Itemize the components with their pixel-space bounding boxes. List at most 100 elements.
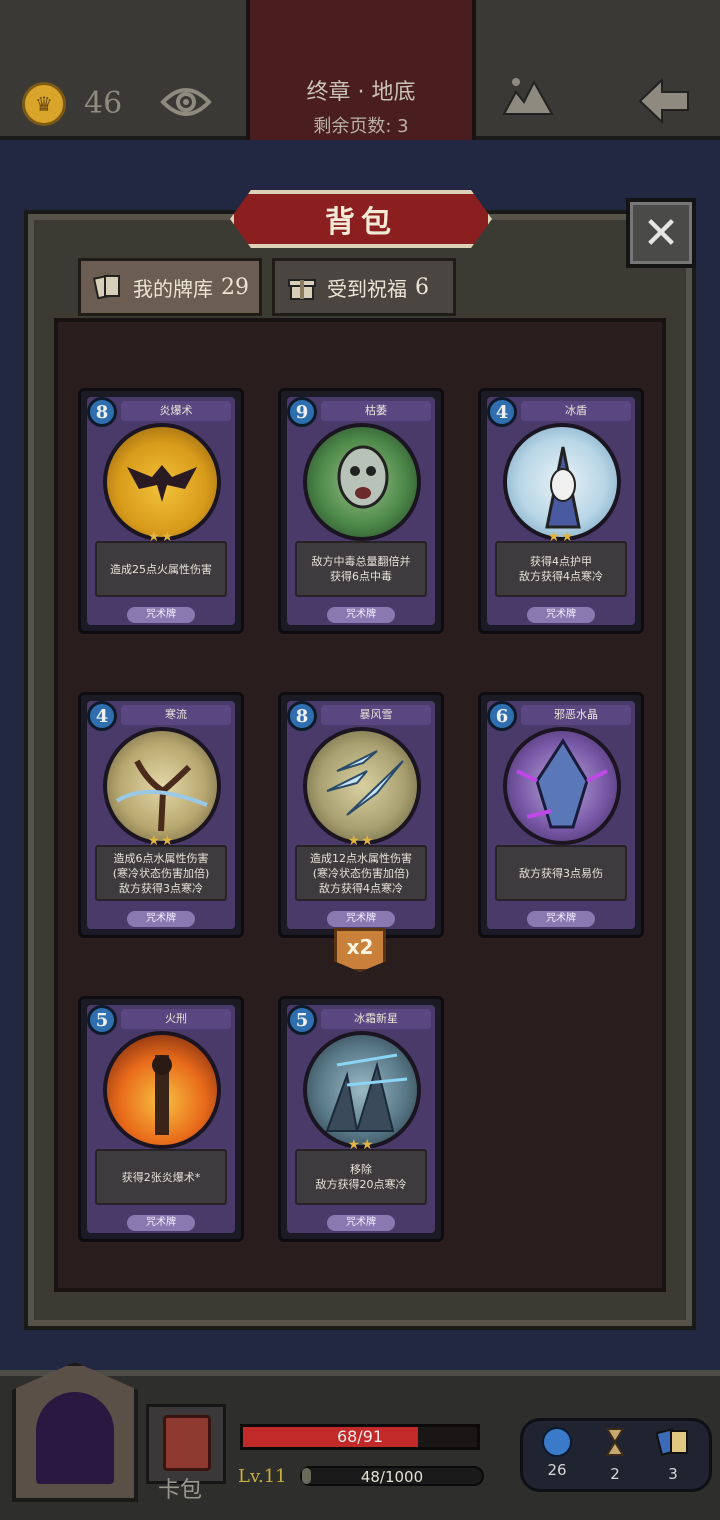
card-type: 咒术牌 — [127, 607, 195, 623]
card-evil-crystal[interactable]: 6 邪恶水晶 敌方获得3点易伤 咒术牌 — [478, 692, 644, 938]
card-description: 敌方中毒总量翻倍并 获得6点中毒 — [295, 541, 427, 597]
xp-text: 48/1000 — [360, 1468, 424, 1486]
cards-resource[interactable]: 3 — [645, 1427, 701, 1483]
card-type: 咒术牌 — [327, 607, 395, 623]
hp-bar: 68/91 — [240, 1424, 480, 1450]
coin-count: 46 — [84, 86, 123, 121]
card-cost: 4 — [487, 397, 517, 427]
card-type: 咒术牌 — [127, 911, 195, 927]
hero-avatar — [36, 1392, 114, 1484]
card-description: 造成12点水属性伤害 (寒冷状态伤害加倍) 敌方获得4点寒冷 — [295, 845, 427, 901]
card-art-tree — [103, 727, 221, 845]
card-fireball[interactable]: 8 炎爆术 ★★ 造成25点火属性伤害 咒术牌 — [78, 388, 244, 634]
backpack-title-banner: 背包 — [230, 190, 492, 248]
card-name: 冰盾 — [521, 401, 631, 421]
hero-portrait[interactable] — [12, 1362, 138, 1502]
xp-bar: 48/1000 — [300, 1466, 484, 1486]
card-desc-line: (寒冷状态伤害加倍) — [312, 866, 410, 880]
card-cost: 9 — [287, 397, 317, 427]
tab-my-deck-count: 29 — [221, 274, 249, 300]
card-desc-line: 敌方获得4点寒冷 — [319, 881, 403, 895]
tab-blessings-label: 受到祝福 — [327, 276, 407, 301]
card-art-frost-spikes — [303, 1031, 421, 1149]
map-icon[interactable] — [502, 74, 554, 120]
card-name: 炎爆术 — [121, 401, 231, 421]
card-cost: 4 — [87, 701, 117, 731]
card-desc-line: (寒冷状态伤害加倍) — [112, 866, 210, 880]
card-description: 敌方获得3点易伤 — [495, 845, 627, 901]
gift-icon — [288, 279, 316, 300]
card-name: 邪恶水晶 — [521, 705, 631, 725]
hourglass-count: 2 — [610, 1465, 620, 1483]
card-desc-line: 移除 — [350, 1163, 372, 1176]
card-desc-line: 造成12点水属性伤害 — [310, 851, 412, 865]
card-desc-line: 敌方获得4点寒冷 — [519, 570, 603, 583]
card-type: 咒术牌 — [127, 1215, 195, 1231]
orb-resource[interactable]: 26 — [529, 1427, 585, 1479]
card-desc-line: 敌方中毒总量翻倍并 — [311, 555, 411, 568]
card-cold-current[interactable]: 4 寒流 ★★ 造成6点水属性伤害 (寒冷状态伤害加倍) 敌方获得3点寒冷 咒术… — [78, 692, 244, 938]
orb-icon — [542, 1427, 572, 1457]
eye-icon[interactable] — [160, 82, 212, 122]
card-ice-shield[interactable]: 4 冰盾 ★★ 获得4点护甲 敌方获得4点寒冷 咒术牌 — [478, 388, 644, 634]
chapter-title: 终章 · 地底 — [306, 80, 416, 105]
chapter-panel: 终章 · 地底 剩余页数: 3 — [246, 0, 476, 140]
card-pack-label: 卡包 — [158, 1478, 203, 1503]
cards-icon — [655, 1428, 688, 1456]
card-art-crystal — [503, 727, 621, 845]
resource-panel: 26 2 3 — [520, 1418, 712, 1492]
card-art-bat — [103, 423, 221, 541]
card-name: 枯萎 — [321, 401, 431, 421]
card-name: 冰霜新星 — [321, 1009, 431, 1029]
tab-blessings[interactable]: 受到祝福 6 — [272, 258, 456, 316]
card-cost: 5 — [287, 1005, 317, 1035]
orb-count: 26 — [547, 1461, 567, 1479]
card-type: 咒术牌 — [527, 607, 595, 623]
card-cost: 5 — [87, 1005, 117, 1035]
card-description: 造成25点火属性伤害 — [95, 541, 227, 597]
tab-my-deck[interactable]: 我的牌库 29 — [78, 258, 262, 316]
card-blizzard[interactable]: 8 暴风雪 ★★ 造成12点水属性伤害 (寒冷状态伤害加倍) 敌方获得4点寒冷 … — [278, 692, 444, 938]
card-wither[interactable]: 9 枯萎 敌方中毒总量翻倍并 获得6点中毒 咒术牌 — [278, 388, 444, 634]
card-cost: 8 — [287, 701, 317, 731]
card-type: 咒术牌 — [327, 911, 395, 927]
card-art-zombie — [303, 423, 421, 541]
card-cost: 6 — [487, 701, 517, 731]
close-button[interactable]: ✕ — [626, 198, 696, 268]
card-frost-nova[interactable]: 5 冰霜新星 ★★ 移除 敌方获得20点寒冷 咒术牌 — [278, 996, 444, 1242]
card-desc-line: 敌方获得20点寒冷 — [315, 1178, 407, 1191]
card-name: 暴风雪 — [321, 705, 431, 725]
hourglass-icon — [605, 1428, 625, 1456]
card-type: 咒术牌 — [327, 1215, 395, 1231]
card-name: 寒流 — [121, 705, 231, 725]
deck-icon — [93, 274, 120, 300]
card-burning-stake[interactable]: 5 火刑 获得2张炎爆术* 咒术牌 — [78, 996, 244, 1242]
card-art-fire — [103, 1031, 221, 1149]
card-desc-line: 造成25点火属性伤害 — [110, 562, 212, 576]
card-description: 获得4点护甲 敌方获得4点寒冷 — [495, 541, 627, 597]
hourglass-resource[interactable]: 2 — [587, 1427, 643, 1483]
card-name: 火刑 — [121, 1009, 231, 1029]
coin-icon: ♛ — [22, 82, 66, 126]
card-description: 获得2张炎爆术* — [95, 1149, 227, 1205]
tab-blessings-count: 6 — [415, 274, 429, 300]
card-pack-icon — [163, 1415, 211, 1471]
card-desc-line: 敌方获得3点易伤 — [519, 866, 603, 880]
card-desc-line: 获得2张炎爆术* — [121, 1170, 201, 1184]
back-arrow-icon[interactable] — [636, 76, 692, 126]
card-art-wizard — [503, 423, 621, 541]
card-desc-line: 造成6点水属性伤害 — [113, 851, 209, 865]
card-desc-line: 敌方获得3点寒冷 — [119, 881, 203, 895]
card-type: 咒术牌 — [527, 911, 595, 927]
card-cost: 8 — [87, 397, 117, 427]
card-description: 造成6点水属性伤害 (寒冷状态伤害加倍) 敌方获得3点寒冷 — [95, 845, 227, 901]
hp-text: 68/91 — [336, 1427, 384, 1446]
pages-remaining: 剩余页数: 3 — [313, 116, 409, 137]
level-label: Lv.11 — [238, 1466, 287, 1487]
card-desc-line: 获得4点护甲 — [530, 555, 592, 568]
backpack-title: 背包 — [325, 205, 397, 240]
card-desc-line: 获得6点中毒 — [330, 570, 392, 583]
cards-count: 3 — [668, 1465, 678, 1483]
card-art-ice-shards — [303, 727, 421, 845]
top-bar: ♛ 46 终章 · 地底 剩余页数: 3 — [0, 0, 720, 140]
